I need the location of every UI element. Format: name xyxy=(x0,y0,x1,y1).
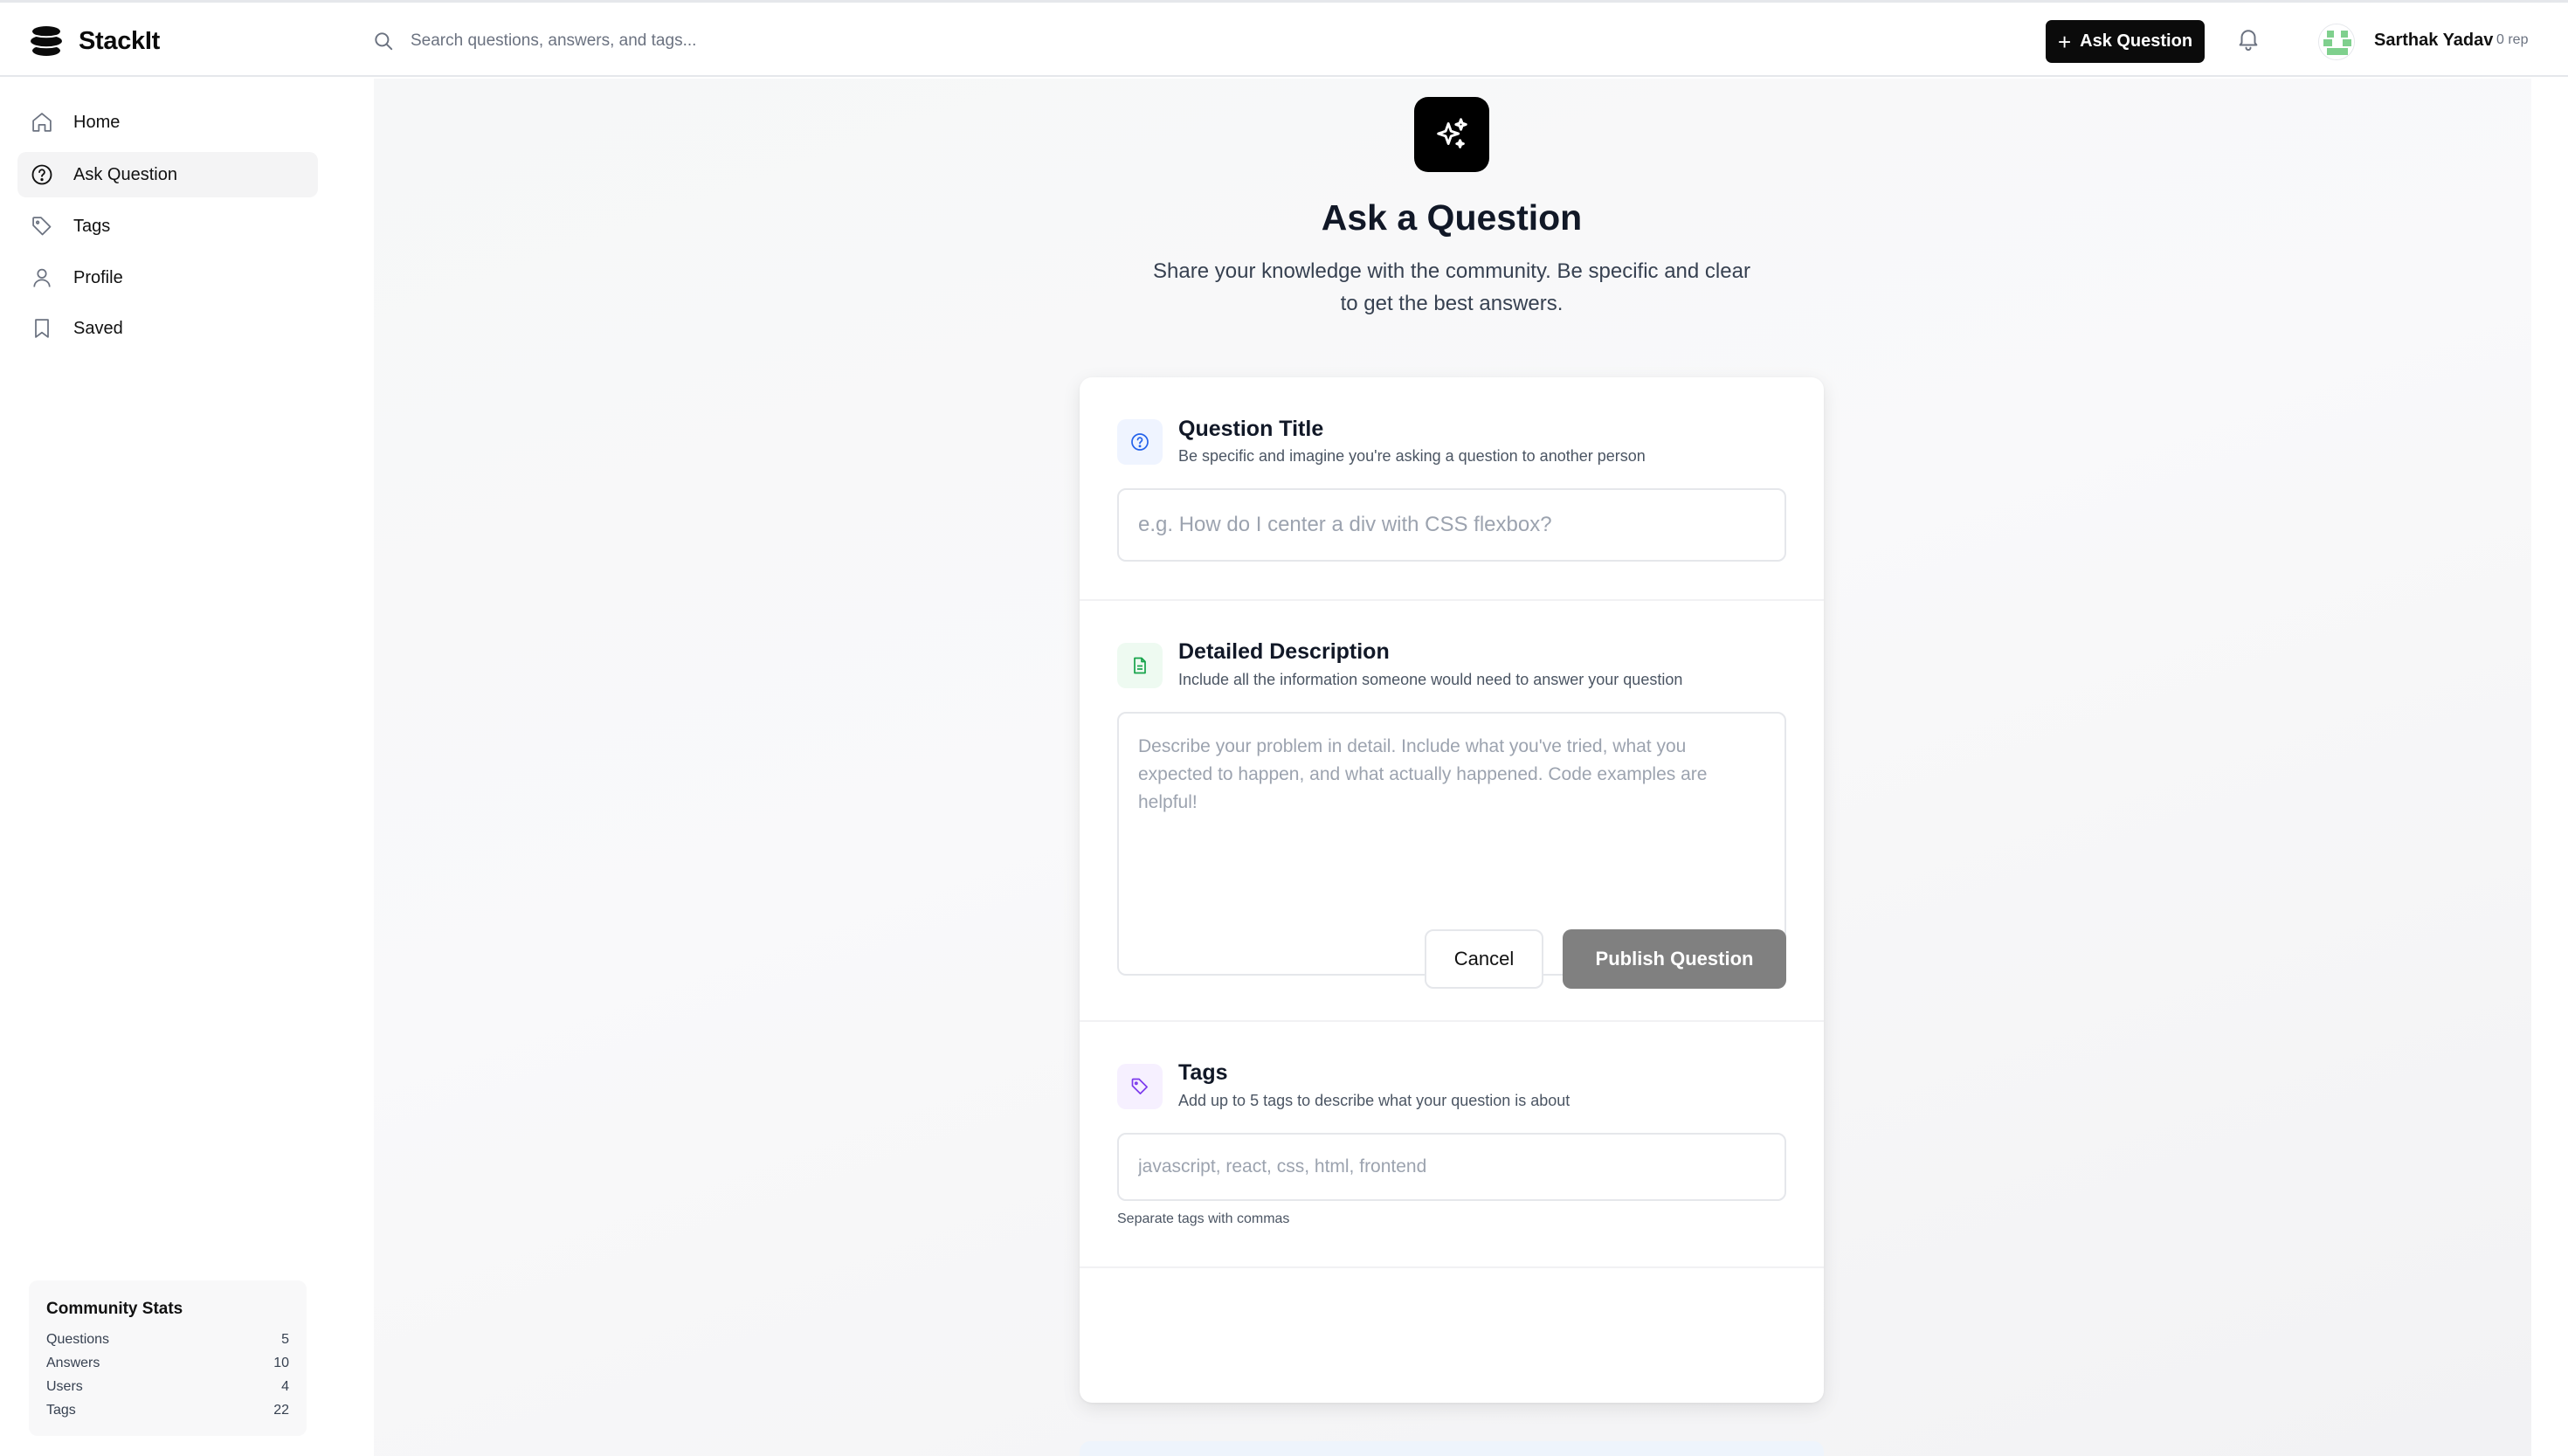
section-title: Tags xyxy=(1178,1060,1228,1085)
community-stats: Community Stats Questions 5 Answers 10 U… xyxy=(29,1280,307,1436)
section-title: Question Title xyxy=(1178,417,1324,441)
question-circle-icon xyxy=(1131,433,1149,451)
bookmark-icon xyxy=(35,319,49,338)
stats-title: Community Stats xyxy=(46,1300,183,1318)
stat-label: Answers xyxy=(46,1356,100,1370)
section-divider xyxy=(1080,1020,1824,1022)
top-bar: StackIt + Ask Question Sarthak Yadav 0 r… xyxy=(0,0,2568,77)
stat-value: 4 xyxy=(281,1379,289,1394)
section-description: Include all the information someone woul… xyxy=(1178,671,1683,688)
search-bar xyxy=(372,25,1158,57)
question-title-input[interactable] xyxy=(1117,488,1786,562)
sidebar-item-saved[interactable]: Saved xyxy=(17,306,318,351)
tag-icon xyxy=(32,217,52,236)
app-name: StackIt xyxy=(79,26,160,55)
section-divider xyxy=(1080,1266,1824,1268)
document-icon xyxy=(1134,657,1146,674)
sidebar-item-label: Tags xyxy=(73,216,111,236)
avatar-identicon xyxy=(2319,24,2354,59)
stat-label: Questions xyxy=(46,1332,110,1347)
sidebar: Home Ask Question Tags Profile Saved Com… xyxy=(0,77,335,1456)
stat-value: 5 xyxy=(281,1332,289,1347)
stat-row-users: Users 4 xyxy=(46,1375,289,1398)
sidebar-item-label: Home xyxy=(73,112,121,132)
sidebar-item-home[interactable]: Home xyxy=(17,100,318,145)
ask-question-button[interactable]: + Ask Question xyxy=(2046,20,2205,63)
search-icon xyxy=(375,32,393,51)
page-subtitle: Share your knowledge with the community.… xyxy=(1153,259,1750,315)
description-section-badge xyxy=(1117,643,1163,688)
ask-question-form: Question Title Be specific and imagine y… xyxy=(1080,377,1824,1403)
tag-icon xyxy=(1131,1078,1148,1094)
stat-row-tags: Tags 22 xyxy=(46,1398,289,1422)
publish-question-button[interactable]: Publish Question xyxy=(1563,929,1786,989)
tags-section-badge xyxy=(1117,1064,1163,1109)
sidebar-item-label: Saved xyxy=(73,318,123,338)
stat-row-answers: Answers 10 xyxy=(46,1351,289,1375)
title-section-badge xyxy=(1117,419,1163,465)
sidebar-item-tags[interactable]: Tags xyxy=(17,204,318,249)
sidebar-item-ask-question[interactable]: Ask Question xyxy=(17,152,318,197)
user-reputation: 0 rep xyxy=(2496,32,2529,47)
sidebar-item-label: Profile xyxy=(73,267,123,287)
section-title: Detailed Description xyxy=(1178,639,1390,664)
section-description: Add up to 5 tags to describe what your q… xyxy=(1178,1092,1570,1109)
stat-value: 10 xyxy=(273,1356,289,1370)
plus-icon: + xyxy=(2057,28,2072,55)
stat-value: 22 xyxy=(273,1403,289,1418)
sidebar-item-profile[interactable]: Profile xyxy=(17,255,318,300)
user-name[interactable]: Sarthak Yadav xyxy=(2374,31,2493,51)
bell-icon[interactable] xyxy=(2235,24,2261,53)
section-description: Be specific and imagine you're asking a … xyxy=(1178,447,1646,465)
app-logo[interactable]: StackIt xyxy=(30,24,160,59)
section-divider xyxy=(1080,599,1824,601)
search-input[interactable] xyxy=(411,31,1109,51)
stat-label: Tags xyxy=(46,1403,76,1418)
avatar[interactable] xyxy=(2318,24,2355,60)
sidebar-item-label: Ask Question xyxy=(73,164,177,184)
tips-card-edge xyxy=(1080,1441,1824,1456)
stack-logo-icon xyxy=(31,26,62,56)
home-icon xyxy=(32,113,52,132)
cancel-button[interactable]: Cancel xyxy=(1425,929,1543,989)
stat-label: Users xyxy=(46,1379,83,1394)
hero-badge xyxy=(1414,97,1489,172)
tags-input[interactable] xyxy=(1117,1133,1786,1201)
sparkles-icon xyxy=(1437,118,1467,148)
page-title: Ask a Question xyxy=(1321,197,1583,238)
tags-hint: Separate tags with commas xyxy=(1117,1211,1290,1226)
stat-row-questions: Questions 5 xyxy=(46,1328,289,1351)
user-icon xyxy=(33,268,51,287)
ask-question-label: Ask Question xyxy=(2080,31,2193,51)
question-circle-icon xyxy=(31,164,52,185)
